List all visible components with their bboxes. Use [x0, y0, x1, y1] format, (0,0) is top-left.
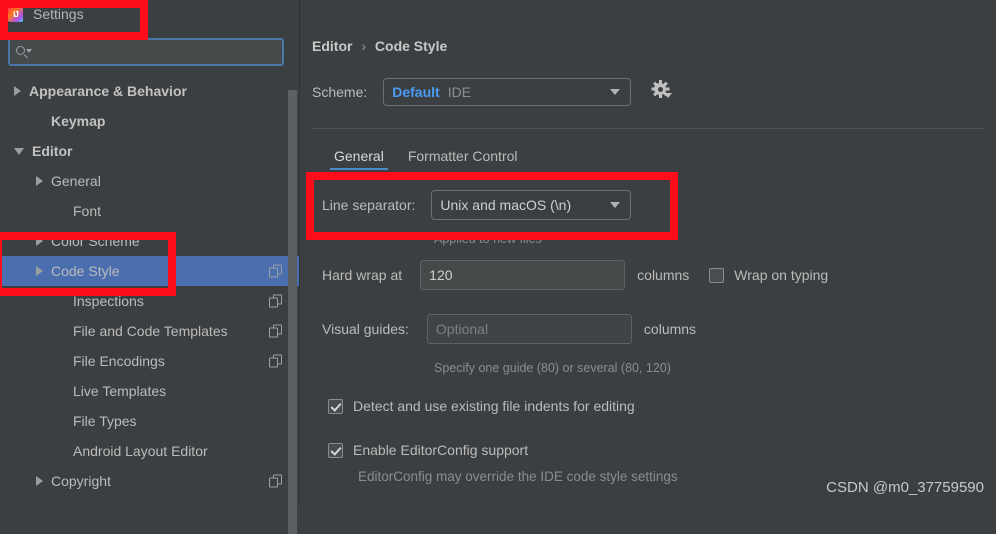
tab-general[interactable]: General [322, 148, 396, 170]
enable-editorconfig-checkbox[interactable] [328, 442, 343, 458]
breadcrumb-leaf: Code Style [374, 38, 448, 54]
sidebar-item-label: Keymap [51, 113, 106, 129]
sidebar-item-label: Font [73, 203, 102, 219]
breadcrumb-root[interactable]: Editor [312, 38, 352, 54]
scheme-scope: IDE [447, 84, 472, 100]
csdn-watermark: CSDN @m0_37759590 [826, 479, 984, 496]
tab-formatter-control[interactable]: Formatter Control [396, 148, 530, 170]
sidebar-item-file-encodings[interactable]: File Encodings [0, 346, 300, 376]
chevron-right-icon[interactable] [36, 176, 43, 186]
sidebar-item-label: Code Style [51, 263, 120, 279]
line-separator-row: Line separator: Unix and macOS (\n) [322, 190, 632, 220]
chevron-right-icon[interactable] [36, 266, 43, 276]
visual-guides-label: Visual guides: [322, 321, 409, 337]
line-separator-label: Line separator: [322, 197, 416, 213]
scheme-value: Default [392, 84, 440, 100]
sidebar-item-editor[interactable]: Editor [0, 136, 300, 166]
enable-editorconfig-row[interactable]: Enable EditorConfig support [328, 442, 528, 458]
sidebar-item-label: File Encodings [73, 353, 165, 369]
sidebar-item-keymap[interactable]: Keymap [0, 106, 300, 136]
sidebar-scrollbar-thumb[interactable] [288, 90, 297, 534]
chevron-right-icon[interactable] [36, 476, 43, 486]
settings-dialog: Settings Appearance & Behavior Keymap Edit… [0, 0, 996, 534]
sidebar-item-label: General [51, 173, 101, 189]
scheme-label: Scheme: [312, 84, 368, 100]
editorconfig-hint: EditorConfig may override the IDE code s… [358, 469, 678, 484]
hard-wrap-label: Hard wrap at [322, 267, 403, 283]
detect-indents-row[interactable]: Detect and use existing file indents for… [328, 398, 635, 414]
visual-guides-unit: columns [643, 321, 697, 337]
settings-tree[interactable]: Appearance & Behavior Keymap Editor General… [0, 76, 300, 506]
sidebar-item-label: Copyright [51, 473, 111, 489]
main-panel: Editor › Code Style Scheme: Default IDE … [300, 0, 996, 506]
settings-tabs[interactable]: General Formatter Control [322, 148, 530, 170]
sidebar-item-file-types[interactable]: File Types [0, 406, 300, 436]
breadcrumb-separator-icon: › [361, 38, 367, 54]
sidebar-item-label: Android Layout Editor [73, 443, 208, 459]
copy-settings-icon[interactable] [269, 294, 282, 308]
visual-guides-input[interactable]: Optional [426, 314, 632, 344]
enable-editorconfig-label[interactable]: Enable EditorConfig support [353, 442, 528, 458]
copy-settings-icon[interactable] [269, 264, 282, 278]
search-input[interactable] [43, 44, 282, 60]
sidebar-item-label: Appearance & Behavior [29, 83, 187, 99]
chevron-down-icon[interactable] [610, 89, 621, 95]
sidebar-item-code-style[interactable]: Code Style [0, 256, 300, 286]
hard-wrap-value: 120 [429, 267, 453, 283]
sidebar-item-label: File Types [73, 413, 137, 429]
copy-settings-icon[interactable] [269, 324, 282, 338]
line-separator-select[interactable]: Unix and macOS (\n) [431, 190, 632, 220]
intellij-idea-icon [8, 6, 23, 22]
scheme-select[interactable]: Default IDE [383, 78, 632, 106]
line-separator-value: Unix and macOS (\n) [440, 197, 572, 213]
sidebar-item-appearance-behavior[interactable]: Appearance & Behavior [0, 76, 300, 106]
hard-wrap-row: Hard wrap at 120 columns Wrap on typing [322, 260, 828, 290]
wrap-on-typing-checkbox[interactable] [709, 267, 725, 283]
window-title: Settings [33, 6, 84, 22]
visual-guides-hint: Specify one guide (80) or several (80, 1… [434, 361, 671, 375]
scheme-row: Scheme: Default IDE [312, 78, 632, 106]
header-divider [312, 128, 984, 129]
sidebar-item-general[interactable]: General [0, 166, 300, 196]
detect-indents-checkbox[interactable] [328, 398, 343, 414]
hard-wrap-unit: columns [637, 267, 690, 283]
sidebar-item-font[interactable]: Font [0, 196, 300, 226]
copy-settings-icon[interactable] [269, 474, 282, 488]
line-separator-hint: Applied to new files [434, 232, 542, 246]
detect-indents-label[interactable]: Detect and use existing file indents for… [353, 398, 635, 414]
sidebar-item-label: Editor [32, 143, 73, 159]
copy-settings-icon[interactable] [269, 354, 282, 368]
sidebar-item-color-scheme[interactable]: Color Scheme [0, 226, 300, 256]
sidebar-item-android-layout-editor[interactable]: Android Layout Editor [0, 436, 300, 466]
chevron-down-icon[interactable] [14, 147, 24, 155]
sidebar-item-label: Live Templates [73, 383, 167, 399]
sidebar-item-copyright[interactable]: Copyright [0, 466, 300, 496]
breadcrumb: Editor › Code Style [312, 38, 447, 54]
search-box[interactable] [8, 38, 284, 66]
sidebar-item-live-templates[interactable]: Live Templates [0, 376, 300, 406]
search-icon[interactable] [15, 44, 32, 60]
visual-guides-placeholder: Optional [435, 321, 489, 337]
sidebar-item-inspections[interactable]: Inspections [0, 286, 300, 316]
gear-icon[interactable] [650, 80, 672, 102]
title-bar: Settings [0, 0, 300, 28]
chevron-right-icon[interactable] [36, 236, 43, 246]
settings-sidebar: Appearance & Behavior Keymap Editor General… [0, 28, 300, 534]
chevron-down-icon[interactable] [610, 202, 621, 208]
chevron-right-icon[interactable] [14, 86, 21, 96]
sidebar-item-label: File and Code Templates [73, 323, 228, 339]
hard-wrap-input[interactable]: 120 [420, 260, 626, 290]
visual-guides-row: Visual guides: Optional columns [322, 314, 696, 344]
wrap-on-typing-label[interactable]: Wrap on typing [734, 267, 828, 283]
sidebar-item-label: Inspections [73, 293, 144, 309]
sidebar-item-label: Color Scheme [51, 233, 140, 249]
sidebar-item-file-and-code-templates[interactable]: File and Code Templates [0, 316, 300, 346]
